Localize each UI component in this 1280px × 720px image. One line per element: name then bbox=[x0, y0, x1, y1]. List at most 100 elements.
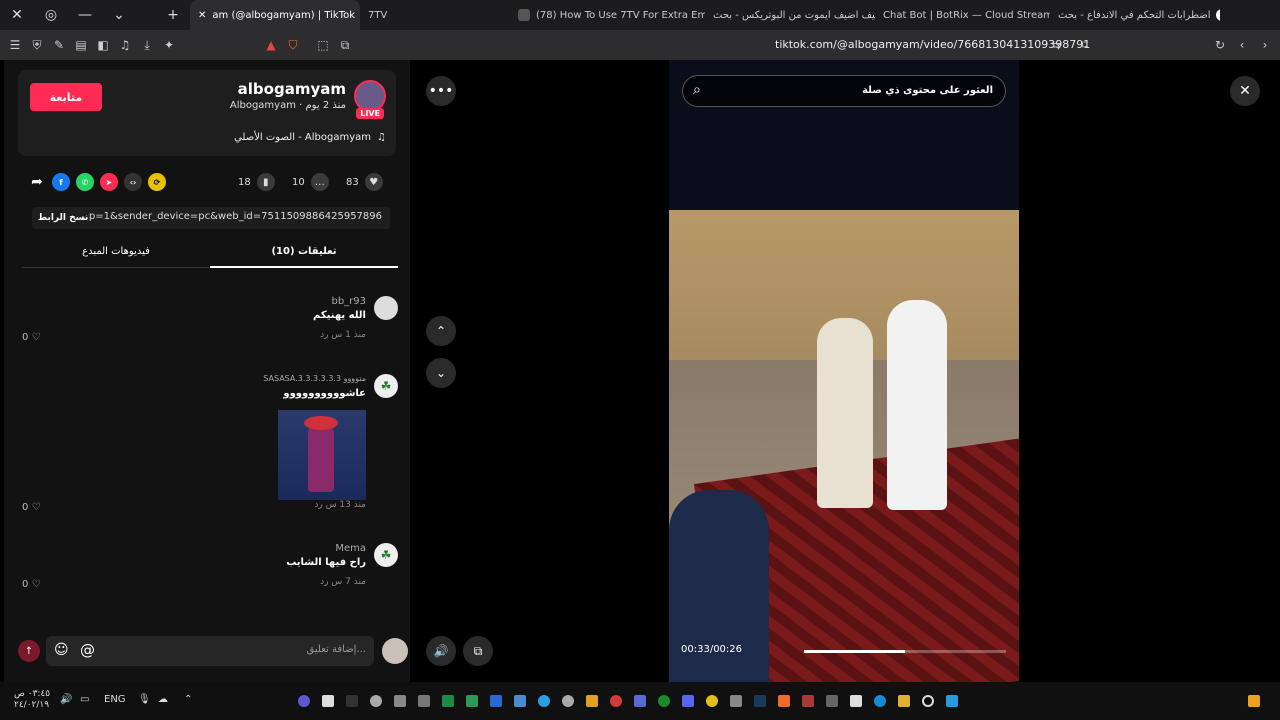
app-icon[interactable] bbox=[706, 695, 718, 707]
edge-icon[interactable] bbox=[874, 695, 886, 707]
reader-icon[interactable]: ▤ bbox=[70, 30, 92, 60]
app-icon[interactable] bbox=[850, 695, 862, 707]
file-explorer-icon[interactable] bbox=[898, 695, 910, 707]
saves-stat[interactable]: 18 ▮ bbox=[238, 173, 275, 191]
music-link[interactable]: الصوت الأصلي - Albogamyam ♫ bbox=[234, 132, 386, 143]
app-icon[interactable] bbox=[730, 695, 742, 707]
volume-icon[interactable]: 🔊 bbox=[426, 636, 456, 666]
close-window-icon[interactable]: ✕ bbox=[0, 0, 34, 30]
app-icon[interactable] bbox=[298, 695, 310, 707]
telegram-icon[interactable]: ➤ bbox=[100, 173, 118, 191]
reload-icon[interactable]: ↻ bbox=[1209, 30, 1231, 60]
shield-icon[interactable]: ⛨ bbox=[26, 30, 48, 60]
comment-meta[interactable]: منذ 13 س رد bbox=[314, 500, 366, 510]
download-icon[interactable]: ⤓ bbox=[136, 30, 158, 60]
facebook-icon[interactable]: f bbox=[52, 173, 70, 191]
app-icon[interactable] bbox=[490, 695, 502, 707]
app-icon[interactable] bbox=[370, 695, 382, 707]
tab-comments[interactable]: تعليقات (10) bbox=[210, 246, 398, 268]
more-options-icon[interactable]: ••• bbox=[426, 76, 456, 106]
minimize-icon[interactable]: — bbox=[68, 0, 102, 30]
app-icon[interactable] bbox=[586, 695, 598, 707]
app-icon[interactable] bbox=[394, 695, 406, 707]
app-icon[interactable] bbox=[634, 695, 646, 707]
bookmark-icon[interactable]: ⌑ bbox=[1074, 30, 1096, 60]
next-video-icon[interactable]: ⌄ bbox=[426, 358, 456, 388]
share-arrow-icon[interactable]: ➦ bbox=[28, 173, 46, 191]
app-icon[interactable] bbox=[466, 695, 478, 707]
monitor-tray-icon[interactable]: ▭ bbox=[80, 694, 89, 705]
follow-button[interactable]: متابعة bbox=[30, 83, 102, 111]
windows-start-icon[interactable] bbox=[946, 695, 958, 707]
comment-meta[interactable]: منذ 1 س رد bbox=[320, 330, 366, 340]
previous-video-icon[interactable]: ⌃ bbox=[426, 316, 456, 346]
language-indicator[interactable]: ENG bbox=[104, 694, 126, 705]
tab-search-disorders[interactable]: اضطرابات التحكم في الاندفاع - بحث bbox=[1050, 0, 1220, 30]
chevron-down-icon[interactable]: ⌄ bbox=[102, 0, 136, 30]
xbox-icon[interactable] bbox=[658, 695, 670, 707]
app-icon[interactable] bbox=[346, 695, 358, 707]
tab-7tv[interactable]: 7TV bbox=[360, 0, 510, 30]
volume-tray-icon[interactable]: 🔊 bbox=[60, 694, 72, 705]
cloud-icon[interactable]: ☁ bbox=[158, 694, 168, 705]
app-icon[interactable] bbox=[1248, 695, 1260, 707]
comment-meta[interactable]: منذ 7 س رد bbox=[320, 577, 366, 587]
clock[interactable]: ٠٣:٤٥ ص ٢٤/٠٢/١٩ bbox=[14, 689, 50, 711]
tab-youtube[interactable]: (78) How To Use 7TV For Extra Emot bbox=[510, 0, 705, 30]
music-icon[interactable]: ♫ bbox=[114, 30, 136, 60]
video-player[interactable]: ⌕ العثور على محتوى ذي صلة 00:33/00:26 bbox=[669, 60, 1019, 682]
commenter-avatar[interactable] bbox=[374, 296, 398, 320]
excel-icon[interactable] bbox=[442, 695, 454, 707]
notepad-icon[interactable] bbox=[322, 695, 334, 707]
close-tab-icon[interactable]: ✕ bbox=[198, 10, 206, 21]
forward-icon[interactable]: › bbox=[1254, 30, 1276, 60]
app-icon[interactable] bbox=[826, 695, 838, 707]
comment-username[interactable]: SASASA.3.3.3.3.3.3 متوووو bbox=[263, 374, 366, 383]
comment-like[interactable]: 0 ♡ bbox=[22, 332, 41, 343]
author-name[interactable]: albogamyam bbox=[238, 80, 346, 98]
close-icon[interactable]: ✕ bbox=[1230, 76, 1260, 106]
search-icon[interactable] bbox=[922, 695, 934, 707]
back-icon[interactable]: ‹ bbox=[1231, 30, 1253, 60]
app-icon[interactable] bbox=[610, 695, 622, 707]
brave-icon[interactable] bbox=[778, 695, 790, 707]
tab-actions-icon[interactable]: ◎ bbox=[34, 0, 68, 30]
new-tab-icon[interactable]: + bbox=[156, 0, 190, 30]
commenter-avatar[interactable]: ☘ bbox=[374, 543, 398, 567]
tab-botrix[interactable]: Chat Bot | BotRix — Cloud Streaming bbox=[875, 0, 1050, 30]
chevron-up-icon[interactable]: ⌃ bbox=[184, 694, 192, 705]
comments-stat[interactable]: 10 … bbox=[292, 173, 329, 191]
app-icon[interactable] bbox=[562, 695, 574, 707]
translate-icon[interactable]: ⇆ bbox=[1045, 30, 1067, 60]
brave-rewards-icon[interactable]: ▲ bbox=[260, 30, 282, 60]
menu-icon[interactable]: ☰ bbox=[4, 30, 26, 60]
tab-search-botrix[interactable]: كيف اضيف ايموت من البوتريكس - بحث bbox=[705, 0, 875, 30]
tab-creator-videos[interactable]: فيديوهات المبدع bbox=[22, 246, 210, 257]
emoji-icon[interactable]: ☺ bbox=[54, 642, 69, 658]
telegram-app-icon[interactable] bbox=[538, 695, 550, 707]
pin-icon[interactable]: ✎ bbox=[48, 30, 70, 60]
comment-input[interactable]: ☺ @ إضافة تعليق... bbox=[46, 636, 374, 666]
commenter-avatar[interactable]: ☘ bbox=[374, 374, 398, 398]
app-icon[interactable] bbox=[514, 695, 526, 707]
screenshot-icon[interactable]: ⬚ bbox=[312, 30, 334, 60]
brave-shield-icon[interactable]: ⛉ bbox=[282, 30, 304, 60]
discord-icon[interactable] bbox=[682, 695, 694, 707]
picture-in-picture-icon[interactable]: ⧉ bbox=[463, 636, 493, 666]
whatsapp-icon[interactable]: ✆ bbox=[76, 173, 94, 191]
likes-stat[interactable]: 83 ♥ bbox=[346, 173, 383, 191]
url-field[interactable]: tiktok.com/@albogamyam/video/76681304131… bbox=[775, 38, 1090, 51]
mention-icon[interactable]: @ bbox=[80, 641, 95, 659]
sidebar-icon[interactable]: ◧ bbox=[92, 30, 114, 60]
app-icon[interactable] bbox=[802, 695, 814, 707]
steam-icon[interactable] bbox=[754, 695, 766, 707]
search-icon[interactable]: ⌕ bbox=[693, 82, 701, 98]
extensions-icon[interactable]: ✦ bbox=[158, 30, 180, 60]
comment-username[interactable]: Mema bbox=[335, 543, 366, 554]
related-search-bar[interactable]: ⌕ العثور على محتوى ذي صلة bbox=[682, 75, 1006, 107]
app-icon[interactable] bbox=[418, 695, 430, 707]
comment-username[interactable]: bb_r93 bbox=[331, 296, 366, 307]
comment-like[interactable]: 0 ♡ bbox=[22, 579, 41, 590]
tab-tiktok[interactable]: ✕ am (@albogamyam) | TikTok bbox=[190, 0, 360, 30]
video-progress-bar[interactable] bbox=[804, 650, 1006, 653]
